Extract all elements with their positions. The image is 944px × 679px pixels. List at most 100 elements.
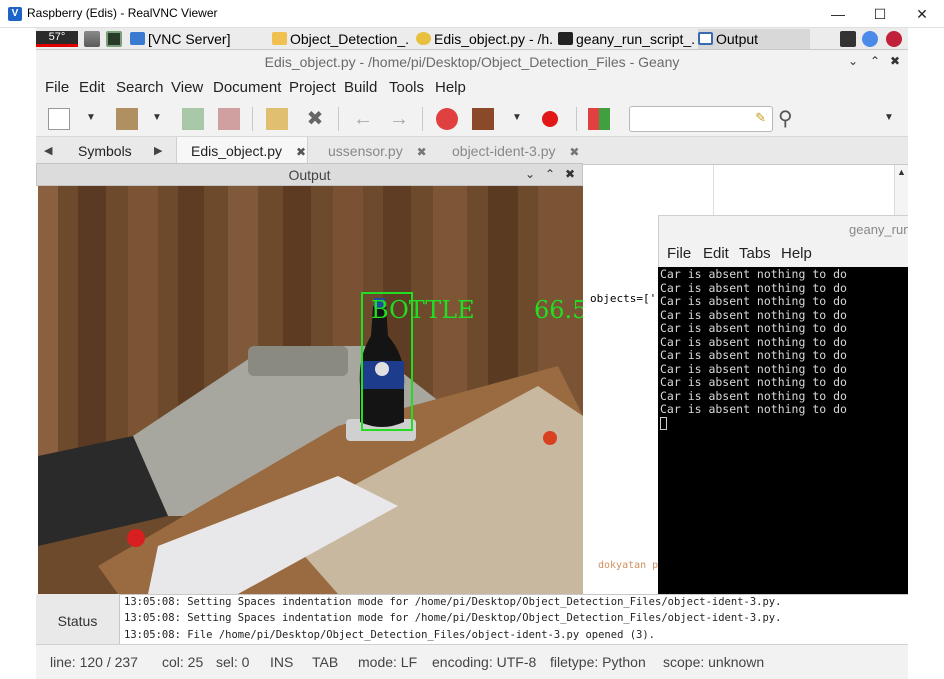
red-knob <box>543 431 557 445</box>
window-icon <box>698 32 713 45</box>
close-icon[interactable]: ✖ <box>569 145 579 159</box>
terminal-line: Car is absent nothing to do <box>660 402 847 416</box>
menu-view[interactable]: View <box>171 79 203 96</box>
output-close-button[interactable]: ✖ <box>565 167 575 181</box>
save-icon[interactable] <box>182 108 204 130</box>
menu-document[interactable]: Document <box>213 79 281 96</box>
chevron-down-icon[interactable]: ▼ <box>512 112 522 123</box>
tab-symbols[interactable]: Symbols <box>78 137 132 165</box>
terminal-menu-tabs[interactable]: Tabs <box>739 245 771 262</box>
task-output[interactable]: Output <box>698 29 810 49</box>
compile-icon[interactable] <box>436 108 458 130</box>
new-file-icon[interactable] <box>48 108 70 130</box>
status-tab-mode: TAB <box>312 654 339 670</box>
menu-project[interactable]: Project <box>289 79 336 96</box>
close-file-icon[interactable]: ✖ <box>304 108 326 130</box>
chevron-down-icon[interactable]: ▼ <box>152 112 162 123</box>
red-wheel <box>127 529 145 547</box>
toolbar-separator <box>576 107 577 131</box>
terminal-menu-file[interactable]: File <box>667 245 691 262</box>
task-file-manager[interactable]: Object_Detection_... <box>272 29 410 49</box>
toolbar-overflow-chevron-icon[interactable]: ▼ <box>884 112 894 123</box>
message-line: 13:05:08: Setting Spaces indentation mod… <box>124 612 782 624</box>
cpu-temp-indicator: 57° <box>36 31 78 47</box>
output-minimize-button[interactable]: ⌄ <box>525 167 535 181</box>
back-arrow-icon[interactable]: ← <box>352 108 374 130</box>
raspberry-icon[interactable] <box>886 31 902 47</box>
build-icon[interactable] <box>472 108 494 130</box>
message-line: 13:05:08: File /home/pi/Desktop/Object_D… <box>124 629 656 641</box>
terminal-output[interactable]: Car is absent nothing to do Car is absent… <box>658 267 908 595</box>
menu-build[interactable]: Build <box>344 79 377 96</box>
status-bar: line: 120 / 237 col: 25 sel: 0 INS TAB m… <box>36 644 908 679</box>
browser-icon[interactable] <box>862 31 878 47</box>
geany-minimize-button[interactable]: ⌄ <box>848 54 858 68</box>
geany-close-button[interactable]: ✖ <box>890 54 900 68</box>
tab-edis-object[interactable]: Edis_object.py ✖ <box>176 137 308 165</box>
menu-file[interactable]: File <box>45 79 69 96</box>
terminal-launcher-icon[interactable] <box>106 31 122 47</box>
color-chooser-icon[interactable] <box>588 108 610 130</box>
open-file-icon[interactable] <box>116 108 138 130</box>
terminal-title-bar: geany_run <box>658 215 911 242</box>
vnc-icon <box>130 32 145 45</box>
terminal-line: Car is absent nothing to do <box>660 280 847 295</box>
code-line: dokyatan pr <box>598 560 665 571</box>
save-all-icon[interactable] <box>218 108 240 130</box>
status-tab-label: Status <box>57 613 98 629</box>
tab-status[interactable]: Status <box>36 594 120 644</box>
terminal-line: Car is absent nothing to do <box>660 334 847 349</box>
clear-icon[interactable]: ✎ <box>755 110 766 126</box>
menu-search[interactable]: Search <box>116 79 164 96</box>
terminal-tray-icon[interactable] <box>840 31 856 47</box>
menu-tools[interactable]: Tools <box>389 79 424 96</box>
terminal-icon <box>558 32 573 45</box>
task-terminal[interactable]: geany_run_script_... <box>558 29 694 49</box>
tab-ussensor[interactable]: ussensor.py ✖ <box>328 137 427 165</box>
task-geany[interactable]: Edis_object.py - /h... <box>416 29 554 49</box>
close-icon[interactable]: ✖ <box>296 145 306 159</box>
execute-icon[interactable] <box>542 111 558 127</box>
toolbar-search-input[interactable]: ✎ <box>629 106 773 132</box>
terminal-line: Car is absent nothing to do <box>660 294 847 308</box>
close-icon[interactable]: ✖ <box>417 145 427 159</box>
forward-arrow-icon[interactable]: → <box>388 108 410 130</box>
menu-edit[interactable]: Edit <box>79 79 105 96</box>
status-ins: INS <box>270 654 294 670</box>
scroll-up-icon[interactable]: ▲ <box>897 167 906 177</box>
search-icon[interactable]: ⚲ <box>778 106 793 131</box>
terminal-line: Car is absent nothing to do <box>660 307 847 322</box>
cpu-monitor-icon[interactable] <box>84 31 100 47</box>
close-button[interactable]: ✕ <box>900 0 944 28</box>
chevron-down-icon[interactable]: ▼ <box>86 112 96 123</box>
minimize-button[interactable]: — <box>816 0 860 28</box>
menu-help[interactable]: Help <box>435 79 466 96</box>
terminal-line: Car is absent nothing to do <box>660 267 847 281</box>
terminal-line: Car is absent nothing to do <box>660 388 847 403</box>
toolbar-separator <box>338 107 339 131</box>
geany-maximize-button[interactable]: ⌃ <box>870 54 880 68</box>
revert-icon[interactable] <box>266 108 288 130</box>
maximize-button[interactable]: ☐ <box>858 0 902 28</box>
tab-object-ident-3[interactable]: object-ident-3.py ✖ <box>452 137 579 165</box>
status-filetype: filetype: Python <box>550 654 646 670</box>
terminal-menu-edit[interactable]: Edit <box>703 245 729 262</box>
desktop-margin-left <box>0 28 36 679</box>
terminal-title: geany_run <box>849 222 911 237</box>
long-line-marker <box>713 165 714 215</box>
status-scope: scope: unknown <box>663 654 765 670</box>
output-maximize-button[interactable]: ⌃ <box>545 167 555 181</box>
realvnc-icon: V <box>8 7 22 21</box>
terminal-line: Car is absent nothing to do <box>660 375 847 389</box>
geany-title-bar: Edis_object.py - /home/pi/Desktop/Object… <box>36 50 908 75</box>
desktop-margin-right <box>908 50 944 679</box>
output-window-title: Output <box>288 167 331 183</box>
task-vnc-server[interactable]: [VNC Server] <box>130 29 256 49</box>
code-line: objects=[' <box>590 292 657 305</box>
terminal-line: Car is absent nothing to do <box>660 321 847 335</box>
sidebar-next-icon[interactable]: ▶ <box>154 144 162 157</box>
terminal-menu-help[interactable]: Help <box>781 245 812 262</box>
sidebar-prev-icon[interactable]: ◀ <box>44 144 52 157</box>
status-encoding: encoding: UTF-8 <box>432 654 537 670</box>
status-line: line: 120 / 237 <box>50 654 138 670</box>
